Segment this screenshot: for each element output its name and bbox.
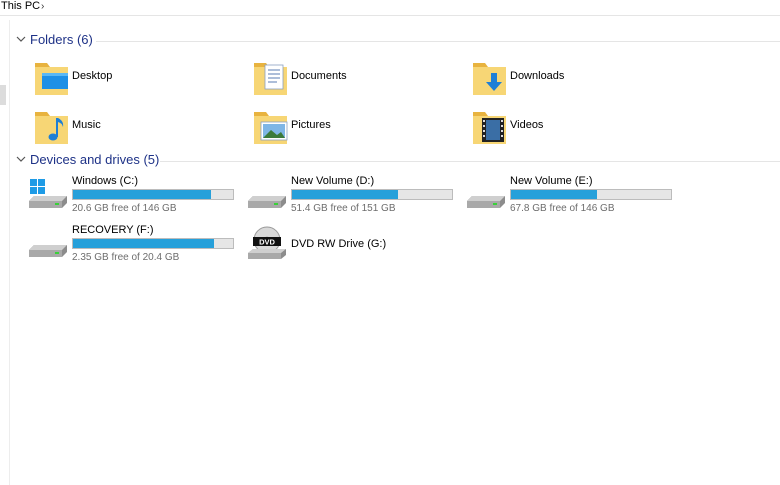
pictures-folder-icon <box>254 112 288 144</box>
folder-tile-music[interactable]: Music <box>34 106 234 150</box>
folder-tile-desktop[interactable]: Desktop <box>34 57 234 101</box>
group-divider <box>96 41 780 42</box>
downloads-folder-icon <box>473 63 506 95</box>
chevron-down-icon[interactable] <box>14 32 28 46</box>
drive-name: New Volume (E:) <box>510 175 593 187</box>
drive-free-space: 20.6 GB free of 146 GB <box>72 203 177 214</box>
chevron-down-icon[interactable] <box>14 152 28 166</box>
dvd-drive-icon: DVD <box>248 226 286 259</box>
drive-tile-e[interactable]: New Volume (E:) 67.8 GB free of 146 GB <box>466 175 676 219</box>
drive-usage-bar <box>72 238 234 249</box>
drive-free-space: 2.35 GB free of 20.4 GB <box>72 252 180 263</box>
drive-tile-d[interactable]: New Volume (D:) 51.4 GB free of 151 GB <box>247 175 457 219</box>
desktop-folder-icon <box>35 63 68 95</box>
drive-usage-fill <box>73 239 214 248</box>
drive-usage-fill <box>292 190 398 199</box>
address-bar[interactable]: This PC › <box>0 0 780 16</box>
breadcrumb-this-pc[interactable]: This PC <box>1 0 40 13</box>
nav-pane-scrollbar[interactable] <box>0 85 6 105</box>
drive-free-space: 51.4 GB free of 151 GB <box>291 203 396 214</box>
folder-tile-documents[interactable]: Documents <box>253 57 453 101</box>
group-divider <box>160 161 780 162</box>
drive-usage-bar <box>291 189 453 200</box>
folder-label: Music <box>72 119 101 131</box>
drive-name: Windows (C:) <box>72 175 139 187</box>
folder-label: Pictures <box>291 119 331 131</box>
folder-tile-pictures[interactable]: Pictures <box>253 106 453 150</box>
folder-label: Desktop <box>72 70 113 82</box>
music-folder-icon <box>35 112 68 144</box>
folder-label: Videos <box>510 119 544 131</box>
drive-tile-g[interactable]: DVD DVD RW Drive (G:) <box>247 224 457 268</box>
drive-usage-bar <box>72 189 234 200</box>
folder-label: Downloads <box>510 70 565 82</box>
drive-usage-fill <box>73 190 211 199</box>
drive-free-space: 67.8 GB free of 146 GB <box>510 203 615 214</box>
folder-label: Documents <box>291 70 347 82</box>
dvd-badge: DVD <box>259 238 275 247</box>
drive-usage-bar <box>510 189 672 200</box>
documents-folder-icon <box>254 63 287 95</box>
nav-pane-divider <box>9 20 10 485</box>
drive-tile-f[interactable]: RECOVERY (F:) 2.35 GB free of 20.4 GB <box>28 224 238 268</box>
drives-group-header[interactable]: Devices and drives (5) <box>14 152 780 170</box>
folder-tile-downloads[interactable]: Downloads <box>472 57 672 101</box>
hard-drive-icon <box>467 196 505 208</box>
drive-name: DVD RW Drive (G:) <box>291 238 387 250</box>
folders-group-header[interactable]: Folders (6) <box>14 32 780 50</box>
drive-name: RECOVERY (F:) <box>72 224 154 236</box>
drive-usage-fill <box>511 190 598 199</box>
drive-tile-c[interactable]: Windows (C:) 20.6 GB free of 146 GB <box>28 175 238 219</box>
videos-folder-icon <box>473 112 506 144</box>
hard-drive-icon <box>248 196 286 208</box>
group-title: Folders (6) <box>30 32 93 47</box>
drive-name: New Volume (D:) <box>291 175 375 187</box>
hard-drive-icon <box>29 245 67 257</box>
windows-drive-icon <box>29 179 67 208</box>
folder-tile-videos[interactable]: Videos <box>472 106 672 150</box>
group-title: Devices and drives (5) <box>30 152 160 167</box>
breadcrumb-chevron-icon[interactable]: › <box>41 0 44 13</box>
